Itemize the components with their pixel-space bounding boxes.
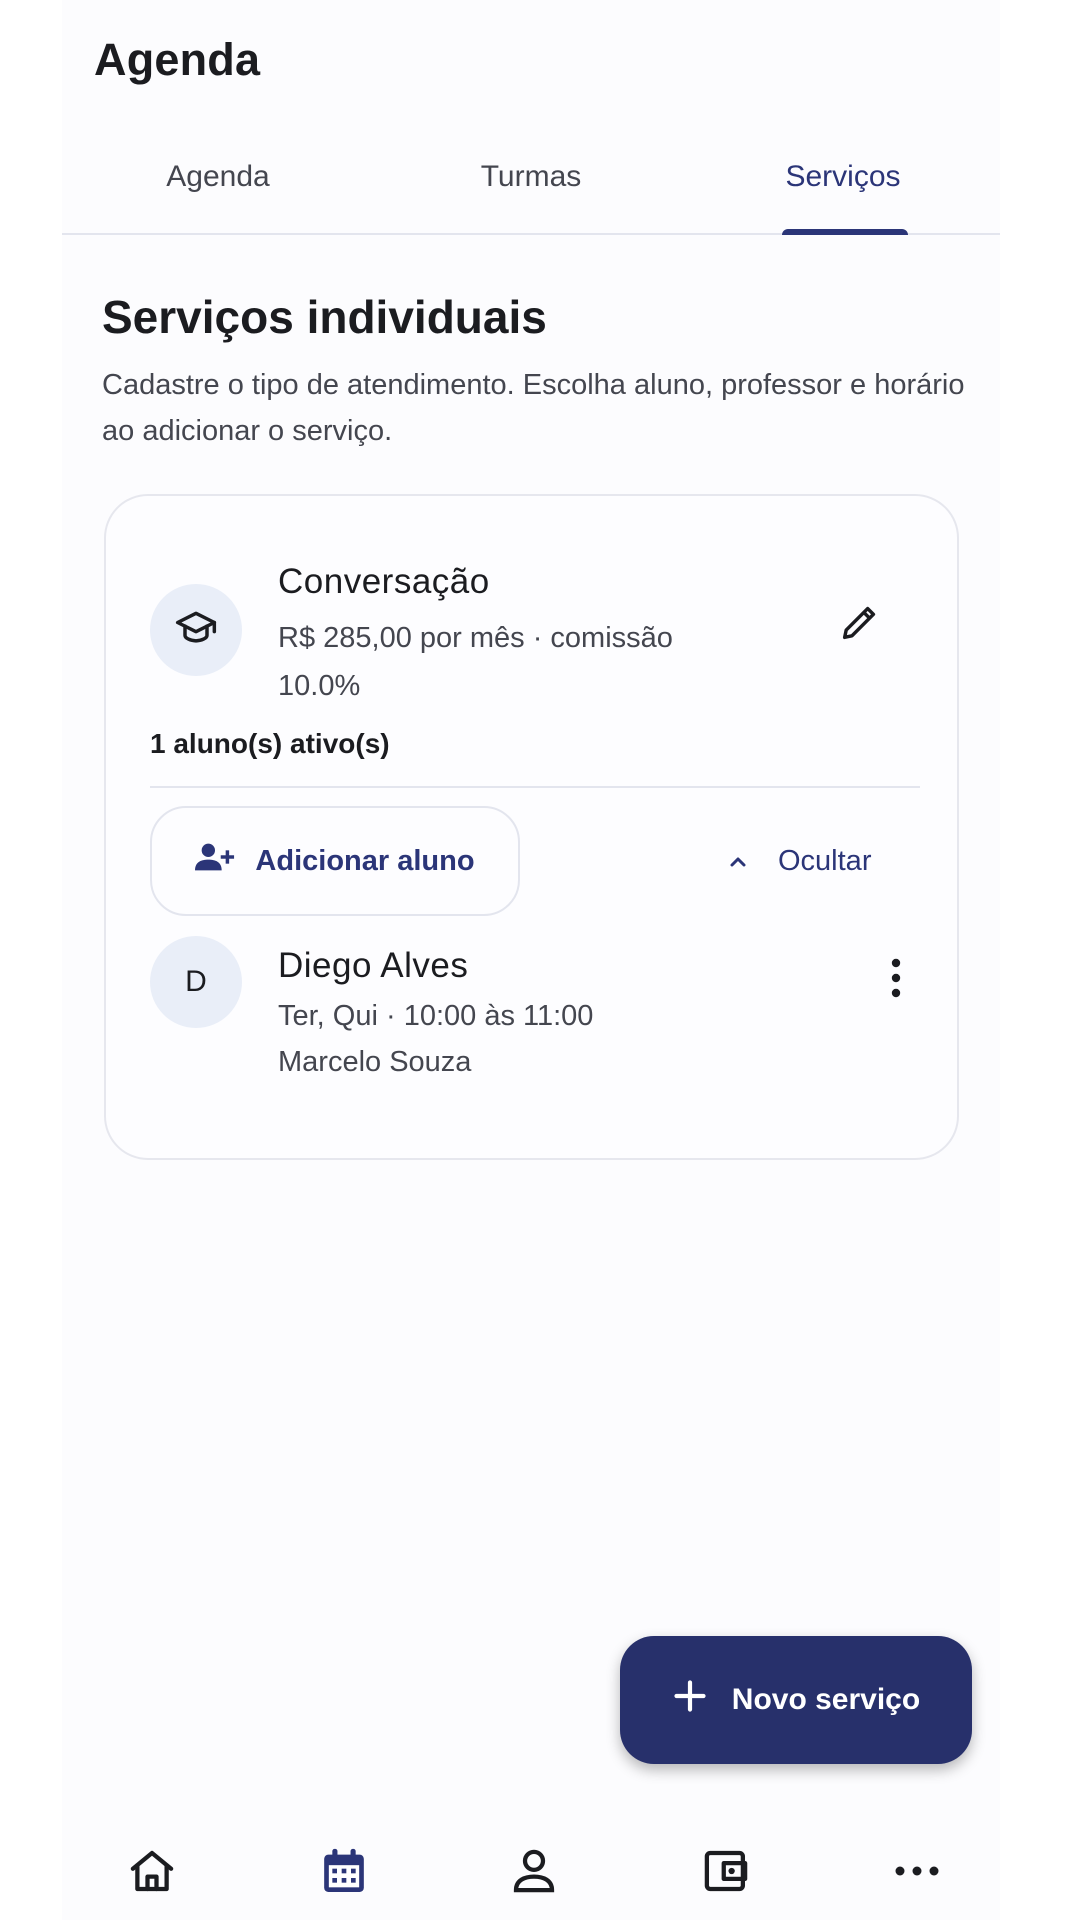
- hide-label: Ocultar: [778, 844, 872, 877]
- plus-icon: [672, 1678, 708, 1722]
- tab-indicator: [782, 229, 908, 235]
- nav-students[interactable]: [499, 1838, 569, 1908]
- page-title: Agenda: [94, 34, 261, 85]
- chevron-up-icon: [726, 845, 750, 878]
- nav-more[interactable]: [882, 1838, 952, 1908]
- student-schedule: Ter, Qui · 10:00 às 11:00: [278, 1000, 594, 1032]
- add-student-button[interactable]: Adicionar aluno: [150, 806, 520, 916]
- nav-finance[interactable]: [691, 1838, 761, 1908]
- person-icon: [507, 1844, 561, 1903]
- service-avatar: [150, 584, 242, 676]
- service-name: Conversação: [278, 562, 490, 601]
- nav-home[interactable]: [117, 1838, 187, 1908]
- pencil-icon: [837, 599, 883, 650]
- active-students-count: 1 aluno(s) ativo(s): [150, 728, 390, 759]
- new-service-button[interactable]: Novo serviço: [620, 1636, 972, 1764]
- person-add-icon: [195, 841, 235, 881]
- more-vertical-icon: [889, 956, 903, 1005]
- home-icon: [125, 1844, 179, 1903]
- graduation-cap-icon: [174, 606, 218, 655]
- bottom-navigation: [62, 1820, 1000, 1920]
- more-horizontal-icon: [893, 1864, 941, 1883]
- wallet-icon: [699, 1844, 753, 1903]
- section-title: Serviços individuais: [102, 291, 547, 343]
- tab-turmas[interactable]: Turmas: [375, 160, 687, 194]
- tab-agenda[interactable]: Agenda: [62, 160, 374, 194]
- divider: [150, 786, 920, 788]
- new-service-label: Novo serviço: [731, 1683, 921, 1716]
- student-options-button[interactable]: [876, 948, 916, 1012]
- nav-agenda[interactable]: [309, 1838, 379, 1908]
- tab-servicos[interactable]: Serviços: [687, 160, 999, 194]
- tab-bar: Agenda Turmas Serviços: [62, 150, 1000, 235]
- add-student-label: Adicionar aluno: [255, 844, 475, 877]
- student-teacher: Marcelo Souza: [278, 1046, 472, 1078]
- service-price-commission: R$ 285,00 por mês · comissão 10.0%: [278, 622, 673, 702]
- edit-service-button[interactable]: [832, 596, 888, 652]
- agenda-screen: Agenda Agenda Turmas Serviços Serviços i…: [62, 0, 1000, 1920]
- student-name: Diego Alves: [278, 946, 469, 985]
- student-avatar: D: [150, 936, 242, 1028]
- calendar-icon: [316, 1843, 372, 1904]
- service-card: Conversação R$ 285,00 por mês · comissão…: [104, 494, 959, 1160]
- hide-students-button[interactable]: Ocultar: [726, 836, 871, 886]
- section-description: Cadastre o tipo de atendimento. Escolha …: [102, 369, 965, 447]
